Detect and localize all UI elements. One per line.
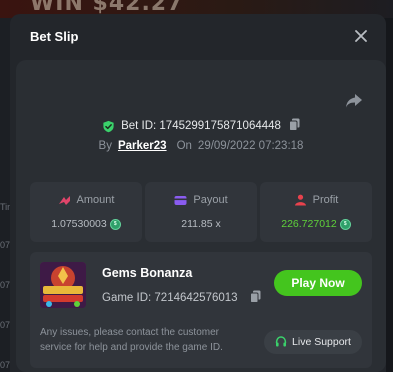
close-icon xyxy=(355,30,367,42)
on-label: On xyxy=(176,140,192,152)
bet-date: 29/09/2022 07:23:18 xyxy=(197,140,304,152)
bet-id-row: Bet ID: 1745299175871064448 xyxy=(16,118,386,134)
stat-payout: Payout 211.85 x xyxy=(145,182,257,242)
share-button[interactable] xyxy=(344,92,364,110)
payout-icon xyxy=(174,195,187,205)
stat-value: 1.07530003 xyxy=(51,218,107,230)
modal-header: Bet Slip xyxy=(10,14,386,58)
verified-shield-icon xyxy=(103,120,114,132)
copy-icon xyxy=(288,118,300,131)
copy-icon xyxy=(249,290,261,303)
bet-stats: Amount 1.07530003 $ Payout 211.85 x Prof… xyxy=(30,182,372,242)
bet-details-card: Bet ID: 1745299175871064448 By Parker23 … xyxy=(16,60,386,372)
copy-bet-id-button[interactable] xyxy=(288,118,300,134)
headset-icon xyxy=(275,336,287,347)
stat-amount: Amount 1.07530003 $ xyxy=(30,182,142,242)
share-icon xyxy=(346,94,362,108)
stat-value: 226.727012 xyxy=(281,218,337,230)
bet-meta-row: By Parker23 On 29/09/2022 07:23:18 xyxy=(16,140,386,152)
gems-bonanza-logo xyxy=(40,262,86,308)
game-thumbnail[interactable] xyxy=(40,262,86,308)
game-id-row: Game ID: 7214642576013 xyxy=(102,290,261,306)
help-text: Any issues, please contact the customer … xyxy=(40,327,223,353)
stat-label: Payout xyxy=(193,194,228,206)
stat-label: Profit xyxy=(312,194,339,206)
stat-value: 211.85 x xyxy=(181,218,221,230)
game-name: Gems Bonanza xyxy=(102,266,193,280)
game-id: Game ID: 7214642576013 xyxy=(102,292,238,304)
username-link[interactable]: Parker23 xyxy=(118,140,167,152)
amount-icon xyxy=(58,195,70,205)
live-support-label: Live Support xyxy=(292,336,351,348)
by-label: By xyxy=(98,140,112,152)
play-now-button[interactable]: Play Now xyxy=(274,270,362,296)
copy-game-id-button[interactable] xyxy=(249,290,261,306)
profit-icon xyxy=(294,194,306,206)
stat-label: Amount xyxy=(76,194,115,206)
game-panel: Gems Bonanza Game ID: 7214642576013 Play… xyxy=(30,252,372,368)
currency-coin-icon: $ xyxy=(339,218,351,230)
currency-coin-icon: $ xyxy=(109,218,121,230)
modal-title: Bet Slip xyxy=(30,28,79,44)
close-button[interactable] xyxy=(352,27,370,45)
bet-slip-modal: Bet Slip Bet ID: 1745299175871064448 By … xyxy=(10,14,386,372)
stat-profit: Profit 226.727012 $ xyxy=(260,182,372,242)
bet-id: Bet ID: 1745299175871064448 xyxy=(121,120,281,132)
live-support-button[interactable]: Live Support xyxy=(264,330,362,354)
